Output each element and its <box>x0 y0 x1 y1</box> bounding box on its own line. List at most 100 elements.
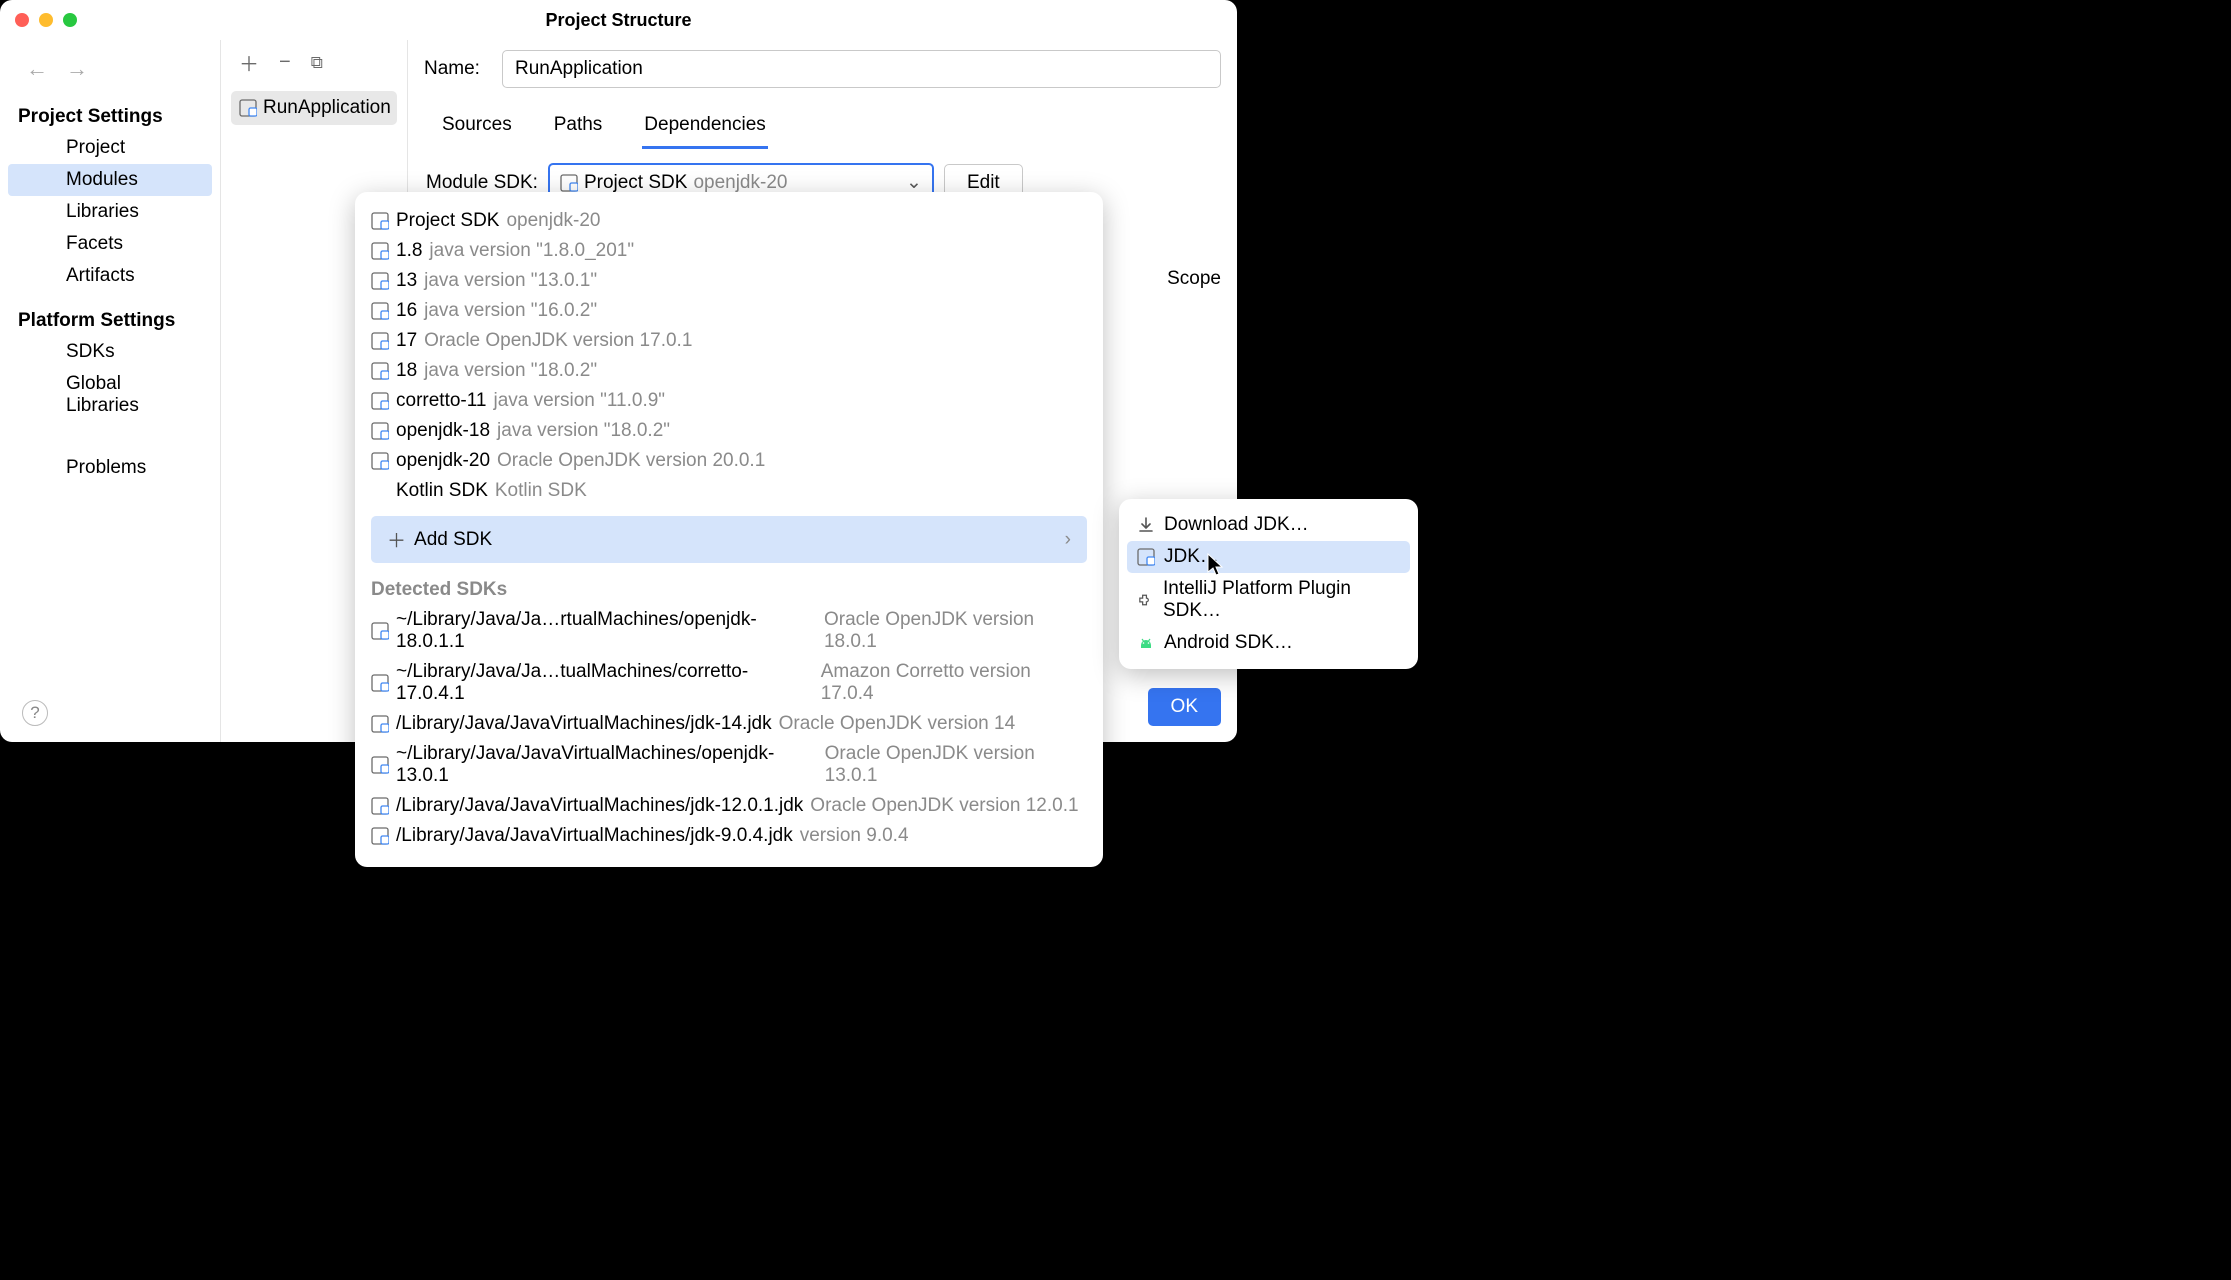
submenu-item-plugin[interactable]: IntelliJ Platform Plugin SDK… <box>1127 573 1410 627</box>
sdk-option[interactable]: 17 Oracle OpenJDK version 17.0.1 <box>371 326 1087 356</box>
sidebar-section-project-settings: Project Settings <box>0 100 220 132</box>
sdk-icon <box>371 756 389 774</box>
sdk-icon <box>371 362 389 380</box>
sdk-option-detail: Kotlin SDK <box>495 480 587 502</box>
name-label: Name: <box>424 58 484 80</box>
sdk-option[interactable]: Project SDK openjdk-20 <box>371 206 1087 236</box>
sdk-option[interactable]: Kotlin SDK Kotlin SDK <box>371 476 1087 506</box>
sdk-option-detail: java version "18.0.2" <box>424 360 597 382</box>
sdk-option[interactable]: 13 java version "13.0.1" <box>371 266 1087 296</box>
ok-button[interactable]: OK <box>1148 688 1221 726</box>
sidebar-item-global-libraries[interactable]: Global Libraries <box>8 368 212 422</box>
sdk-icon <box>371 674 389 692</box>
sdk-option-detail: java version "13.0.1" <box>424 270 597 292</box>
detected-sdk-option[interactable]: /Library/Java/JavaVirtualMachines/jdk-9.… <box>371 821 1087 851</box>
forward-arrow-icon[interactable]: → <box>66 56 88 82</box>
back-arrow-icon[interactable]: ← <box>26 56 48 82</box>
sdk-icon <box>371 212 389 230</box>
sdk-option-detail: java version "16.0.2" <box>424 300 597 322</box>
sdk-dropdown-popup: Project SDK openjdk-201.8 java version "… <box>355 192 1103 867</box>
sdk-icon <box>371 622 389 640</box>
scope-column-header: Scope <box>1167 268 1221 290</box>
sidebar-item-artifacts[interactable]: Artifacts <box>8 260 212 292</box>
help-icon[interactable]: ? <box>22 700 48 726</box>
chevron-right-icon: › <box>1065 529 1071 551</box>
sdk-option-detail: openjdk-20 <box>506 210 600 232</box>
sdk-icon <box>371 422 389 440</box>
sdk-option-name: Project SDK <box>396 210 499 232</box>
detected-sdk-detail: version 9.0.4 <box>800 825 909 847</box>
sidebar-item-facets[interactable]: Facets <box>8 228 212 260</box>
tab-paths[interactable]: Paths <box>552 108 605 149</box>
sdk-icon <box>1137 548 1155 566</box>
add-sdk-submenu: Download JDK… JDK…IntelliJ Platform Plugi… <box>1119 499 1418 669</box>
sdk-option-name: Kotlin SDK <box>396 480 488 502</box>
sidebar-item-sdks[interactable]: SDKs <box>8 336 212 368</box>
sdk-option-detail: Oracle OpenJDK version 17.0.1 <box>424 330 692 352</box>
sdk-icon <box>371 272 389 290</box>
sdk-option[interactable]: openjdk-20 Oracle OpenJDK version 20.0.1 <box>371 446 1087 476</box>
add-module-icon[interactable]: ＋ <box>239 48 259 77</box>
settings-sidebar: ← → Project Settings Project Modules Lib… <box>0 40 221 742</box>
sidebar-item-problems[interactable]: Problems <box>8 452 212 484</box>
close-window-button[interactable] <box>15 13 29 27</box>
android-icon <box>1137 634 1155 652</box>
submenu-item-label: Download JDK… <box>1164 514 1309 536</box>
sidebar-section-platform-settings: Platform Settings <box>0 304 220 336</box>
submenu-item-label: Android SDK… <box>1164 632 1293 654</box>
detected-sdk-option[interactable]: ~/Library/Java/JavaVirtualMachines/openj… <box>371 739 1087 791</box>
add-sdk-label: Add SDK <box>414 529 492 551</box>
sdk-icon <box>371 797 389 815</box>
module-item-label: RunApplication <box>263 97 391 119</box>
detected-sdks-label: Detected SDKs <box>355 569 1103 605</box>
sdk-option-name: 16 <box>396 300 417 322</box>
submenu-item-download[interactable]: Download JDK… <box>1127 509 1410 541</box>
detected-sdk-path: /Library/Java/JavaVirtualMachines/jdk-14… <box>396 713 772 735</box>
sdk-option[interactable]: openjdk-18 java version "18.0.2" <box>371 416 1087 446</box>
add-sdk-row[interactable]: ＋ Add SDK › <box>371 516 1087 563</box>
sdk-option-name: corretto-11 <box>396 390 486 412</box>
window-controls <box>15 13 77 27</box>
titlebar: Project Structure <box>0 0 1237 40</box>
submenu-item-android[interactable]: Android SDK… <box>1127 627 1410 659</box>
plus-icon: ＋ <box>387 526 406 553</box>
sdk-icon <box>371 715 389 733</box>
sdk-option[interactable]: corretto-11 java version "11.0.9" <box>371 386 1087 416</box>
sdk-icon <box>371 392 389 410</box>
detected-sdk-detail: Oracle OpenJDK version 12.0.1 <box>810 795 1078 817</box>
chevron-down-icon: ⌄ <box>906 171 922 194</box>
plugin-icon <box>1137 591 1154 609</box>
sdk-option-name: 13 <box>396 270 417 292</box>
tab-dependencies[interactable]: Dependencies <box>642 108 767 149</box>
sidebar-item-libraries[interactable]: Libraries <box>8 196 212 228</box>
remove-module-icon[interactable]: − <box>279 51 291 74</box>
sdk-option-detail: java version "18.0.2" <box>497 420 670 442</box>
copy-module-icon[interactable]: ⧉ <box>311 53 323 73</box>
sdk-option-name: 1.8 <box>396 240 422 262</box>
tab-sources[interactable]: Sources <box>440 108 514 149</box>
minimize-window-button[interactable] <box>39 13 53 27</box>
sdk-option[interactable]: 16 java version "16.0.2" <box>371 296 1087 326</box>
sdk-option-detail: Oracle OpenJDK version 20.0.1 <box>497 450 765 472</box>
detected-sdk-option[interactable]: /Library/Java/JavaVirtualMachines/jdk-12… <box>371 791 1087 821</box>
detected-sdk-path: ~/Library/Java/JavaVirtualMachines/openj… <box>396 743 818 787</box>
detected-sdk-path: ~/Library/Java/Ja…rtualMachines/openjdk-… <box>396 609 817 653</box>
sdk-option-name: openjdk-20 <box>396 450 490 472</box>
module-name-input[interactable] <box>502 50 1221 88</box>
sdk-option[interactable]: 1.8 java version "1.8.0_201" <box>371 236 1087 266</box>
sidebar-item-modules[interactable]: Modules <box>8 164 212 196</box>
combo-secondary-text: openjdk-20 <box>693 172 787 194</box>
maximize-window-button[interactable] <box>63 13 77 27</box>
sdk-option[interactable]: 18 java version "18.0.2" <box>371 356 1087 386</box>
sidebar-item-project[interactable]: Project <box>8 132 212 164</box>
detected-sdk-detail: Amazon Corretto version 17.0.4 <box>821 661 1087 705</box>
module-item[interactable]: RunApplication <box>231 91 397 125</box>
detected-sdk-option[interactable]: ~/Library/Java/Ja…rtualMachines/openjdk-… <box>371 605 1087 657</box>
detected-sdk-option[interactable]: ~/Library/Java/Ja…tualMachines/corretto-… <box>371 657 1087 709</box>
detected-sdk-option[interactable]: /Library/Java/JavaVirtualMachines/jdk-14… <box>371 709 1087 739</box>
detected-sdk-path: /Library/Java/JavaVirtualMachines/jdk-12… <box>396 795 803 817</box>
sdk-option-name: 18 <box>396 360 417 382</box>
module-icon <box>239 99 257 117</box>
detected-sdk-detail: Oracle OpenJDK version 18.0.1 <box>824 609 1087 653</box>
submenu-item-sdk[interactable]: JDK… <box>1127 541 1410 573</box>
